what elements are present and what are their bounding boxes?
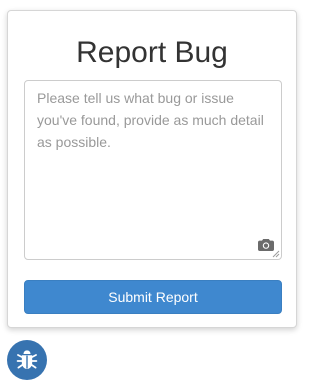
bug-description-textarea[interactable] xyxy=(25,81,281,259)
resize-grip-icon[interactable] xyxy=(272,250,280,258)
page-title: Report Bug xyxy=(76,36,228,69)
bug-description-field-container xyxy=(24,80,282,260)
bug-icon xyxy=(16,350,38,369)
submit-report-button[interactable]: Submit Report xyxy=(24,280,282,314)
report-bug-panel: Report Bug Submit Report xyxy=(7,10,297,328)
bug-report-fab[interactable] xyxy=(7,340,47,380)
